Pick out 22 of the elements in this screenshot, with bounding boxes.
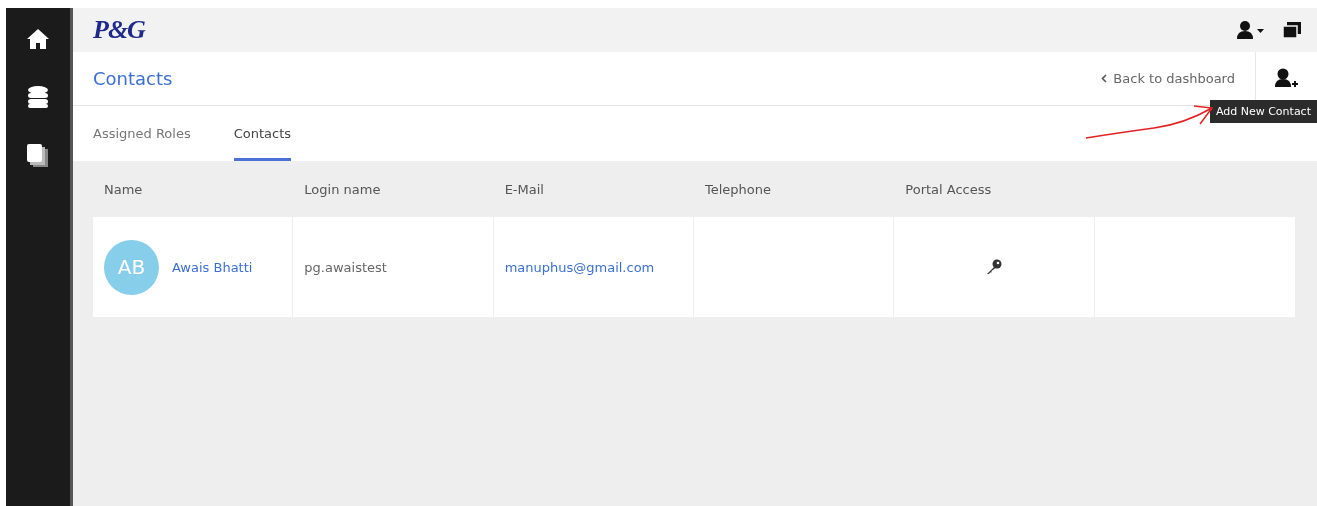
column-header: Login name bbox=[303, 180, 382, 199]
windows-icon[interactable] bbox=[1283, 22, 1301, 38]
contact-name-link[interactable]: Awais Bhatti bbox=[172, 259, 253, 275]
company-logo: P&G bbox=[93, 15, 145, 45]
email-link[interactable]: manuphus@gmail.com bbox=[504, 259, 655, 275]
user-menu-icon[interactable] bbox=[1237, 21, 1265, 39]
avatar: AB bbox=[104, 239, 159, 295]
column-header: Telephone bbox=[704, 180, 772, 199]
tab[interactable]: Contacts bbox=[233, 109, 292, 161]
tooltip: Add New Contact bbox=[1209, 100, 1317, 123]
documents-icon[interactable] bbox=[27, 144, 49, 168]
page-title: Contacts bbox=[93, 68, 173, 89]
column-header: Portal Access bbox=[904, 180, 993, 199]
tab[interactable]: Assigned Roles bbox=[93, 109, 191, 161]
column-header: E-Mail bbox=[503, 180, 545, 199]
home-icon[interactable] bbox=[26, 28, 50, 50]
back-link[interactable]: Back to dashboard bbox=[1101, 71, 1235, 86]
add-user-icon bbox=[1274, 67, 1299, 90]
database-icon[interactable] bbox=[28, 86, 48, 108]
column-header: Name bbox=[103, 180, 144, 199]
table-cell: pg.awaistest bbox=[304, 259, 387, 275]
chevron-left-icon bbox=[1101, 74, 1108, 83]
